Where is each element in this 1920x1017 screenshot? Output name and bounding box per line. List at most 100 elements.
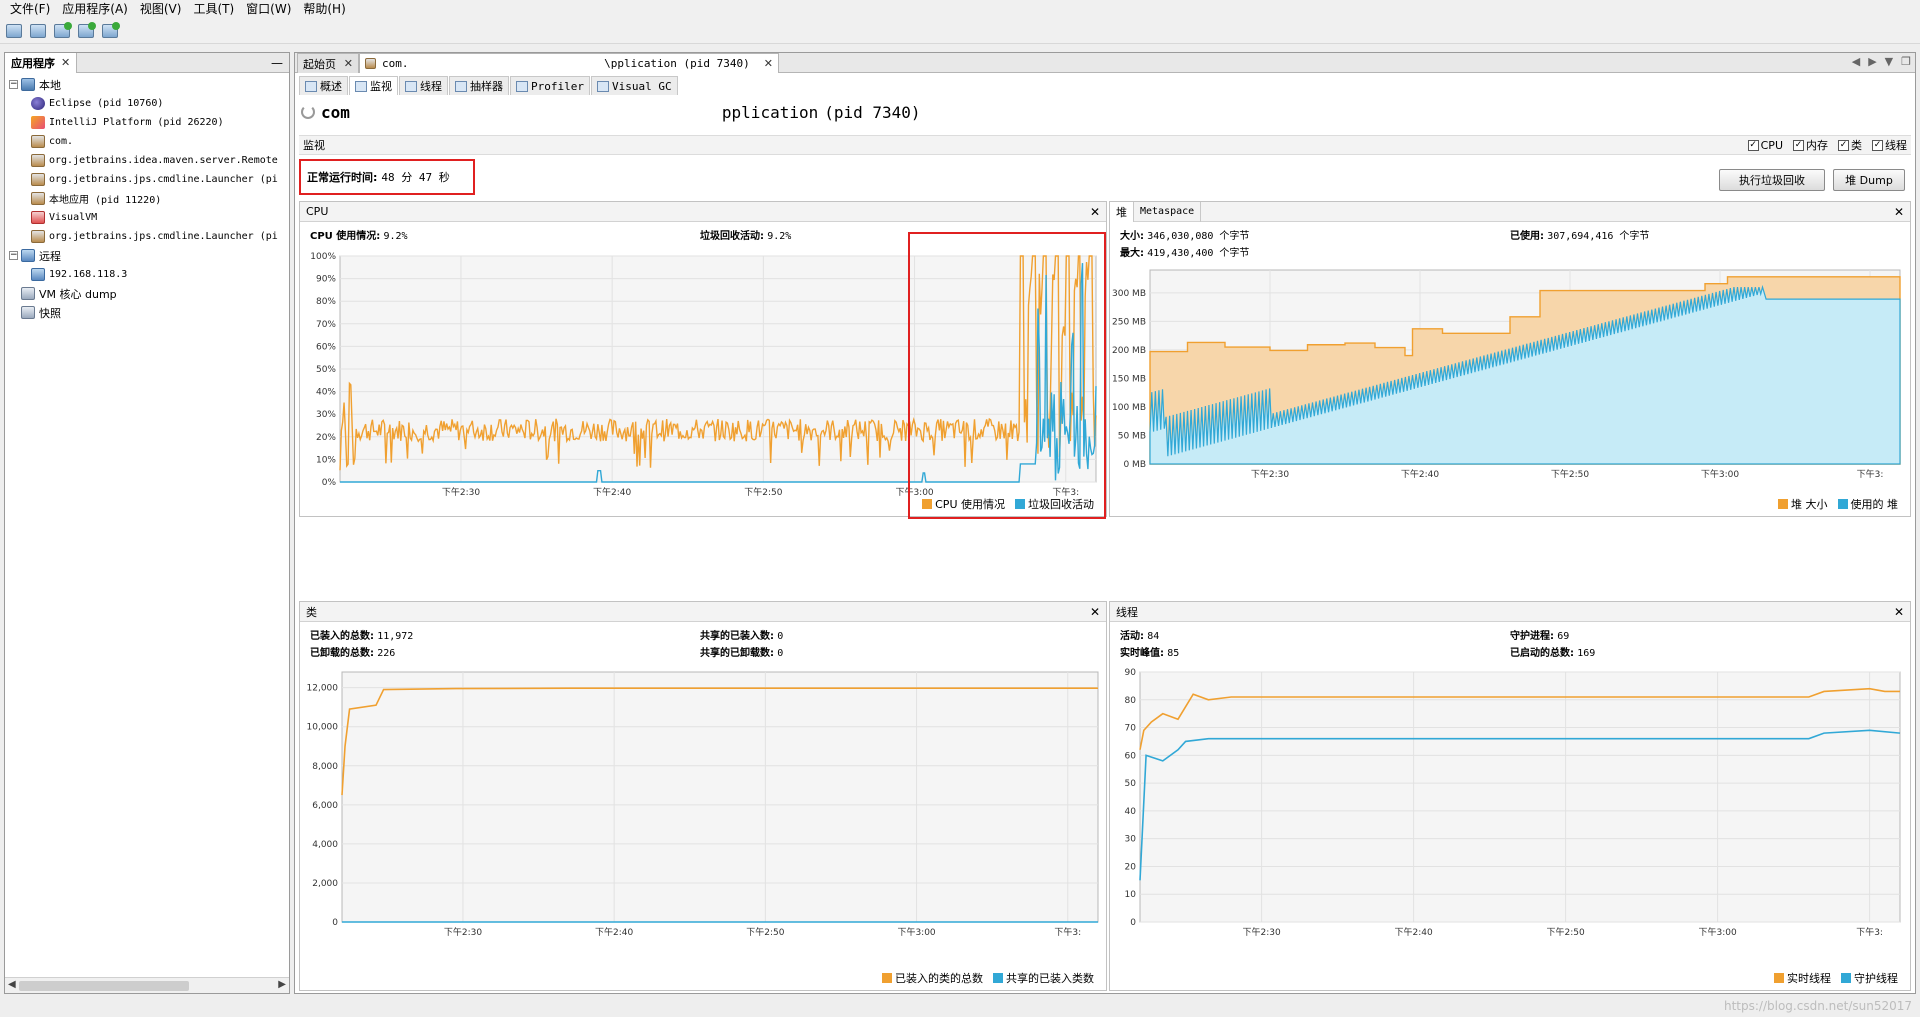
add-jmx-icon <box>6 23 22 38</box>
expand-toggle-icon[interactable]: − <box>9 80 18 89</box>
heap-panel-header: 堆 Metaspace ✕ <box>1110 201 1910 222</box>
checkbox-box[interactable]: ✓ <box>1838 139 1849 151</box>
y-tick-label: 90% <box>316 275 336 285</box>
tab-application[interactable]: com. \pplication (pid 7340) ✕ <box>359 53 779 73</box>
visualvm-icon <box>31 211 45 224</box>
close-icon[interactable]: ✕ <box>1894 205 1904 219</box>
classes-panel-header: 类 ✕ <box>300 602 1106 622</box>
heap-used-stat: 已使用: 307,694,416 个字节 <box>1510 228 1649 245</box>
tab-profiler[interactable]: Profiler <box>510 76 590 95</box>
tab-list-icon[interactable]: ▼ <box>1885 55 1893 68</box>
horizontal-scrollbar[interactable]: ◀ ▶ <box>5 977 289 993</box>
menu-item[interactable]: 视图(V) <box>134 0 188 18</box>
scroll-right-icon[interactable]: ▶ <box>278 979 286 990</box>
threads-started-row: 已启动的总数: 169 <box>1510 645 1595 662</box>
menu-item[interactable]: 文件(F) <box>4 0 56 18</box>
tree-node[interactable]: − 远程 <box>9 246 289 265</box>
heap-dump-button[interactable]: 堆 Dump <box>1833 169 1905 191</box>
applications-tab-bar: 应用程序 ✕ — <box>5 52 289 73</box>
checkbox-box[interactable]: ✓ <box>1793 139 1804 151</box>
heap-size-label: 大小: <box>1120 231 1144 242</box>
checkbox-threads[interactable]: ✓ 线程 <box>1872 137 1907 153</box>
tree-node-label: VisualVM <box>49 212 98 223</box>
perform-gc-button[interactable]: 执行垃圾回收 <box>1719 169 1825 191</box>
shared-unloaded-row: 共享的已卸载数: 0 <box>700 645 783 662</box>
tree-node[interactable]: VM 核心 dump <box>9 284 289 303</box>
host-icon <box>21 78 35 91</box>
tree-node[interactable]: com. <box>9 132 289 151</box>
tab-applications[interactable]: 应用程序 ✕ <box>5 52 78 73</box>
tab-visual-gc[interactable]: Visual GC <box>590 76 678 95</box>
add-jmx-button[interactable] <box>4 21 24 41</box>
menu-item[interactable]: 窗口(W) <box>240 0 297 18</box>
tab-left-icon[interactable]: ◀ <box>1852 55 1860 68</box>
checkbox-box[interactable]: ✓ <box>1872 139 1883 151</box>
close-icon[interactable]: ✕ <box>61 56 70 69</box>
tab-monitor[interactable]: 监视 <box>349 76 398 95</box>
heap-size-stats: 大小: 346,030,080 个字节 最大: 419,430,400 个字节 <box>1120 228 1249 262</box>
tab-sampler[interactable]: 抽样器 <box>449 76 509 95</box>
add-jmx-connection-button[interactable] <box>52 21 72 41</box>
scrollbar-thumb[interactable] <box>19 981 189 991</box>
classes-loaded-row: 已装入的总数: 11,972 <box>310 628 413 645</box>
minimize-icon[interactable]: — <box>271 56 283 70</box>
menu-item[interactable]: 帮助(H) <box>297 0 351 18</box>
tree-node[interactable]: 本地应用 (pid 11220) <box>9 189 289 208</box>
heap-size-swatch <box>1778 499 1788 509</box>
sampler-icon <box>455 80 467 92</box>
checkbox-memory[interactable]: ✓ 内存 <box>1793 137 1828 153</box>
y-tick-label: 150 MB <box>1112 374 1146 384</box>
tab-threads[interactable]: 线程 <box>399 76 448 95</box>
add-snapshot-button[interactable] <box>100 21 120 41</box>
menu-item[interactable]: 应用程序(A) <box>56 0 134 18</box>
checkbox-classes[interactable]: ✓ 类 <box>1838 137 1862 153</box>
close-icon[interactable]: ✕ <box>1090 205 1100 219</box>
java-icon <box>31 192 45 205</box>
threads-peak-row: 实时峰值: 85 <box>1120 645 1179 662</box>
x-tick-label: 下午2:50 <box>746 926 784 938</box>
cpu-usage-value: 9.2% <box>383 231 408 242</box>
close-icon[interactable]: ✕ <box>1090 605 1100 619</box>
y-tick-label: 20 <box>1125 862 1137 872</box>
cpu-panel: CPU ✕ CPU 使用情况: 9.2% 垃圾回收活动: 9.2% 0% 10% 2… <box>299 201 1107 519</box>
cpu-panel-header: CPU ✕ <box>300 202 1106 222</box>
heap-max-row: 最大: 419,430,400 个字节 <box>1120 245 1249 262</box>
tab-label: 概述 <box>320 80 342 93</box>
add-remote-host-button[interactable] <box>28 21 48 41</box>
y-tick-label: 100% <box>310 252 336 262</box>
tab-heap[interactable]: 堆 <box>1110 201 1134 222</box>
legend-label: 共享的已装入类数 <box>1006 972 1094 985</box>
x-tick-label: 下午2:30 <box>442 486 480 496</box>
close-icon[interactable]: ✕ <box>764 57 773 70</box>
close-icon[interactable]: ✕ <box>1894 605 1904 619</box>
expand-toggle-icon[interactable]: − <box>9 251 18 260</box>
checkbox-cpu[interactable]: ✓ CPU <box>1747 137 1783 153</box>
tab-start-page[interactable]: 起始页 ✕ <box>297 53 359 73</box>
tree-node[interactable]: 快照 <box>9 303 289 322</box>
x-tick-label: 下午2:40 <box>1401 468 1439 480</box>
tab-metaspace[interactable]: Metaspace <box>1134 201 1202 222</box>
threads-legend: 实时线程 守护线程 <box>1774 970 1898 986</box>
tab-overview[interactable]: 概述 <box>299 76 348 95</box>
shared-unloaded-label: 共享的已卸载数: <box>700 648 774 659</box>
tree-node-label: Eclipse (pid 10760) <box>49 98 164 109</box>
tree-node[interactable]: − 本地 <box>9 75 289 94</box>
checkbox-box[interactable]: ✓ <box>1747 139 1759 151</box>
java-icon <box>31 135 45 148</box>
scroll-left-icon[interactable]: ◀ <box>8 979 16 990</box>
tree-node[interactable]: IntelliJ Platform (pid 26220) <box>9 113 289 132</box>
remote-host-icon <box>31 268 45 281</box>
tree-node[interactable]: Eclipse (pid 10760) <box>9 94 289 113</box>
tree-node[interactable]: org.jetbrains.jps.cmdline.Launcher (pi <box>9 170 289 189</box>
tree-node[interactable]: VisualVM <box>9 208 289 227</box>
tree-node[interactable]: org.jetbrains.idea.maven.server.Remote <box>9 151 289 170</box>
add-core-dump-button[interactable] <box>76 21 96 41</box>
menu-item[interactable]: 工具(T) <box>187 0 240 18</box>
tab-right-icon[interactable]: ▶ <box>1868 55 1876 68</box>
restore-icon[interactable]: ❐ <box>1901 55 1911 68</box>
close-icon[interactable]: ✕ <box>344 57 353 70</box>
tab-label: Profiler <box>531 79 584 93</box>
x-tick-label: 下午2:50 <box>1546 926 1584 938</box>
tree-node[interactable]: 192.168.118.3 <box>9 265 289 284</box>
tree-node[interactable]: org.jetbrains.jps.cmdline.Launcher (pi <box>9 227 289 246</box>
